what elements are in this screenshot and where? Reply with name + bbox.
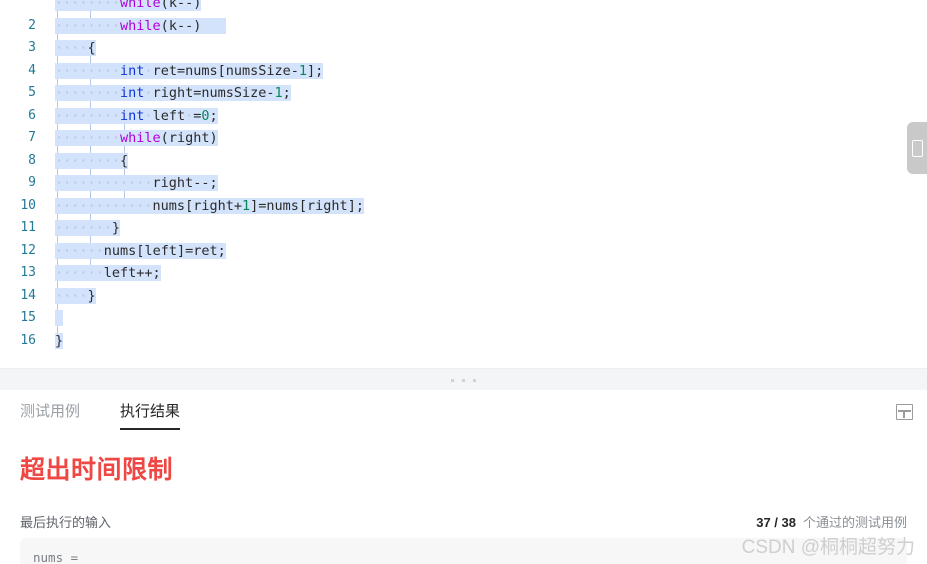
result-meta-row: 最后执行的输入 37 / 38 个通过的测试用例 (0, 512, 927, 534)
panel-toggle-icon[interactable] (907, 122, 927, 174)
tab-execution-result-label: 执行结果 (120, 403, 181, 420)
line-number: 2 (28, 17, 36, 33)
line-number: 4 (28, 62, 36, 78)
code-editor[interactable]: ········while(k--) 2 ········while(k--) … (0, 0, 927, 368)
line-number: 15 (20, 310, 36, 325)
code-line[interactable]: 5 ········int·right=numsSize-1; (0, 82, 927, 105)
code-line[interactable]: ········while(k--) (0, 0, 927, 15)
passed-count: 37 / 38 (756, 515, 796, 530)
tab-test-cases[interactable]: 测试用例 (20, 390, 80, 434)
tab-test-cases-label: 测试用例 (20, 403, 81, 420)
execution-result-panel: 超出时间限制 最后执行的输入 37 / 38 个通过的测试用例 nums = (0, 434, 927, 564)
last-input-value: nums = (33, 550, 79, 564)
line-number: 14 (20, 287, 36, 303)
code-line[interactable]: 10 ············nums[right+1]=nums[right]… (0, 195, 927, 218)
line-number: 13 (20, 265, 36, 280)
line-number: 16 (20, 332, 36, 348)
code-line[interactable]: 9 ············right--; (0, 172, 927, 195)
code-lines: ········while(k--) 2 ········while(k--) … (0, 0, 927, 352)
passed-suffix: 个通过的测试用例 (802, 515, 907, 530)
code-line[interactable]: 2 ········while(k--) (0, 15, 927, 38)
tab-execution-result[interactable]: 执行结果 (120, 390, 181, 434)
passed-testcases: 37 / 38 个通过的测试用例 (756, 512, 907, 531)
code-line[interactable]: 16 } (0, 330, 927, 353)
last-input-box[interactable]: nums = (20, 538, 907, 564)
line-number: 11 (20, 220, 36, 235)
line-number: 7 (28, 130, 36, 145)
verdict-title: 超出时间限制 (20, 456, 174, 484)
line-number: 9 (28, 175, 36, 190)
line-number: 8 (28, 152, 36, 168)
line-number: 5 (28, 85, 36, 100)
line-number: 3 (28, 40, 36, 55)
leetcode-editor-page: ········while(k--) 2 ········while(k--) … (0, 0, 927, 564)
code-line[interactable]: 4 ········int·ret=nums[numsSize-1]; (0, 60, 927, 83)
code-line[interactable]: 6 ········int·left·=0; (0, 105, 927, 128)
code-line[interactable]: 11 ·······} (0, 217, 927, 240)
line-number: 12 (20, 242, 36, 258)
result-tabbar: 测试用例 执行结果 (0, 390, 927, 435)
line-number: 10 (20, 197, 36, 213)
line-number: 6 (28, 107, 36, 123)
panel-splitter[interactable] (0, 368, 927, 392)
code-line[interactable]: 13 ······left++; (0, 262, 927, 285)
code-line[interactable]: 8 ········{ (0, 150, 927, 173)
code-line[interactable]: 3 ····{ (0, 37, 927, 60)
code-line[interactable]: 14 ····} (0, 285, 927, 308)
panel-glyph (911, 139, 923, 157)
code-line[interactable]: 7 ········while(right) (0, 127, 927, 150)
layout-panels-icon[interactable] (895, 402, 915, 422)
code-line[interactable]: 15 (0, 307, 927, 330)
drag-handle-dots-icon (451, 378, 476, 382)
code-line[interactable]: 12 ······nums[left]=ret; (0, 240, 927, 263)
last-input-label: 最后执行的输入 (20, 515, 112, 530)
